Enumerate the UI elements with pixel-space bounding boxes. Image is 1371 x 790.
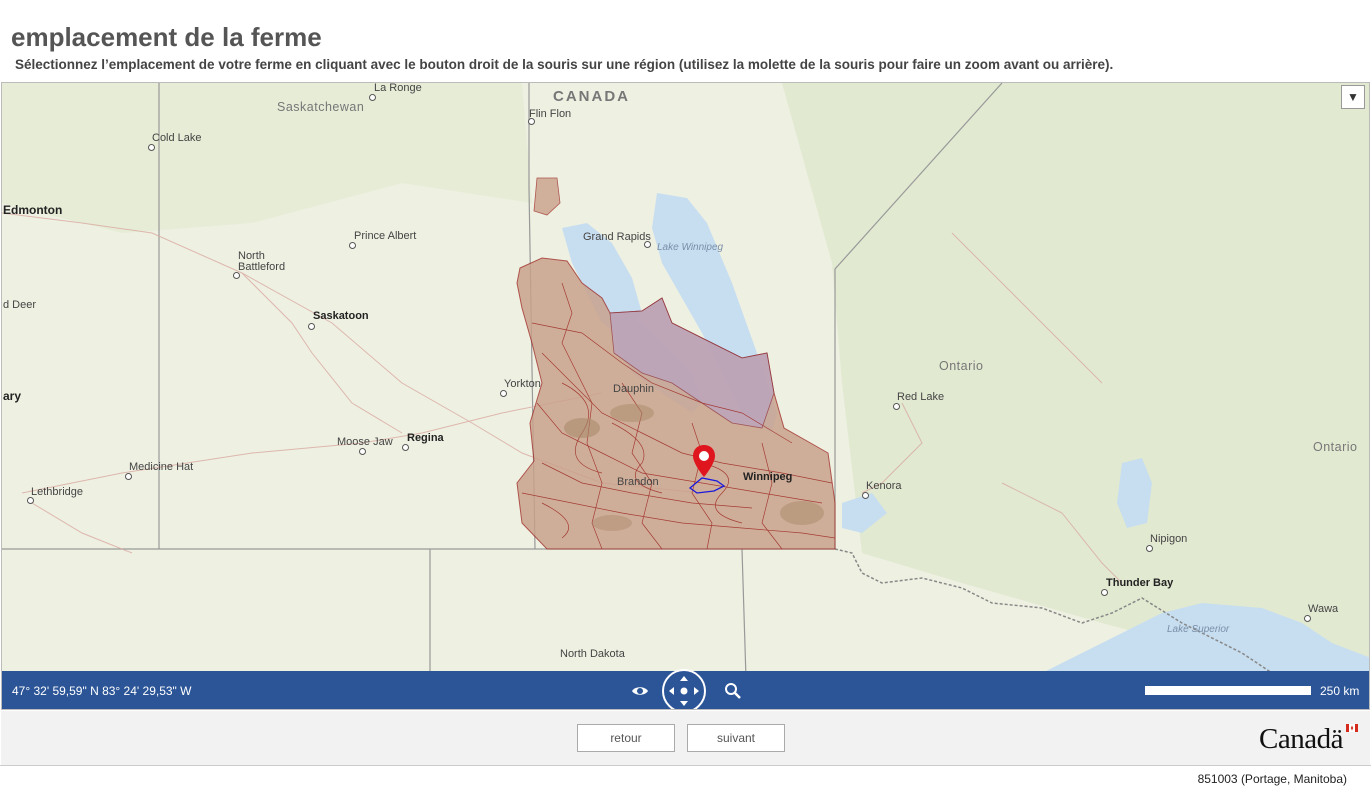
city-dot bbox=[125, 473, 132, 480]
coordinates-readout: 47° 32' 59,59" N 83° 24' 29,53" W bbox=[12, 684, 192, 698]
label-north-dakota: North Dakota bbox=[560, 648, 625, 660]
label-ontario: Ontario bbox=[939, 359, 984, 373]
navigation-bar: retour suivant Canadä bbox=[1, 711, 1370, 765]
location-pin-icon bbox=[693, 445, 715, 477]
label-canada: CANADA bbox=[553, 88, 630, 105]
city-dot bbox=[369, 94, 376, 101]
label-kenora: Kenora bbox=[866, 480, 902, 492]
pan-control[interactable] bbox=[662, 669, 706, 710]
city-dot bbox=[862, 492, 869, 499]
city-dot bbox=[402, 444, 409, 451]
label-lake-winnipeg: Lake Winnipeg bbox=[657, 242, 724, 253]
label-brandon: Brandon bbox=[617, 476, 659, 488]
label-saskatchewan: Saskatchewan bbox=[277, 100, 365, 114]
city-dot bbox=[500, 390, 507, 397]
canada-flag-icon bbox=[1346, 724, 1358, 732]
scale-bar bbox=[1145, 686, 1311, 695]
label-grand-rapids: Grand Rapids bbox=[583, 231, 651, 243]
pan-arrows-icon[interactable] bbox=[664, 671, 704, 710]
label-prince-albert: Prince Albert bbox=[354, 230, 417, 242]
canada-wordmark: Canadä bbox=[1259, 723, 1343, 755]
label-edmonton: Edmonton bbox=[3, 203, 63, 217]
map-viewport[interactable]: CANADA Saskatchewan Ontario Ontario Nort… bbox=[1, 82, 1370, 710]
city-dot bbox=[349, 242, 356, 249]
label-cold-lake: Cold Lake bbox=[152, 132, 202, 144]
city-dot bbox=[233, 272, 240, 279]
city-dot bbox=[308, 323, 315, 330]
label-yorkton: Yorkton bbox=[504, 378, 541, 390]
label-lake-superior: Lake Superior bbox=[1167, 624, 1230, 635]
label-lethbridge: Lethbridge bbox=[31, 486, 83, 498]
city-dot bbox=[1304, 615, 1311, 622]
magnifier-icon[interactable] bbox=[723, 681, 743, 701]
label-thunder-bay: Thunder Bay bbox=[1106, 577, 1174, 589]
footer: 851003 (Portage, Manitoba) bbox=[0, 765, 1371, 790]
city-dot bbox=[148, 144, 155, 151]
eye-icon[interactable] bbox=[630, 681, 650, 701]
label-la-ronge: La Ronge bbox=[374, 82, 422, 94]
label-medicine-hat: Medicine Hat bbox=[129, 461, 194, 473]
layer-toggle-button[interactable]: ▼ bbox=[1341, 85, 1365, 109]
label-regina: Regina bbox=[407, 432, 444, 444]
label-north-battleford-2: Battleford bbox=[238, 261, 286, 273]
scale-label: 250 km bbox=[1320, 684, 1360, 698]
city-dot bbox=[893, 403, 900, 410]
label-wawa: Wawa bbox=[1308, 603, 1339, 615]
city-dot bbox=[1101, 589, 1108, 596]
selected-location: 851003 (Portage, Manitoba) bbox=[1197, 772, 1347, 786]
city-dot bbox=[359, 448, 366, 455]
label-nipigon: Nipigon bbox=[1150, 533, 1188, 545]
next-button[interactable]: suivant bbox=[687, 724, 785, 752]
instructions-text: Sélectionnez l’emplacement de votre ferm… bbox=[15, 57, 1114, 72]
label-dauphin: Dauphin bbox=[613, 383, 654, 395]
label-saskatoon: Saskatoon bbox=[313, 310, 369, 322]
page-title: emplacement de la ferme bbox=[11, 22, 322, 52]
city-dot bbox=[27, 497, 34, 504]
label-red-deer: d Deer bbox=[3, 299, 37, 311]
label-ontario-east: Ontario bbox=[1313, 440, 1358, 454]
label-flin-flon: Flin Flon bbox=[529, 108, 572, 120]
label-winnipeg: Winnipeg bbox=[743, 471, 793, 483]
map-toolbar: 47° 32' 59,59" N 83° 24' 29,53" W 250 km bbox=[2, 669, 1369, 710]
label-calgary: ary bbox=[3, 389, 22, 403]
label-red-lake: Red Lake bbox=[897, 391, 945, 403]
city-dot bbox=[1146, 545, 1153, 552]
label-moose-jaw: Moose Jaw bbox=[337, 436, 393, 448]
basemap[interactable] bbox=[2, 83, 1370, 710]
back-button[interactable]: retour bbox=[577, 724, 675, 752]
